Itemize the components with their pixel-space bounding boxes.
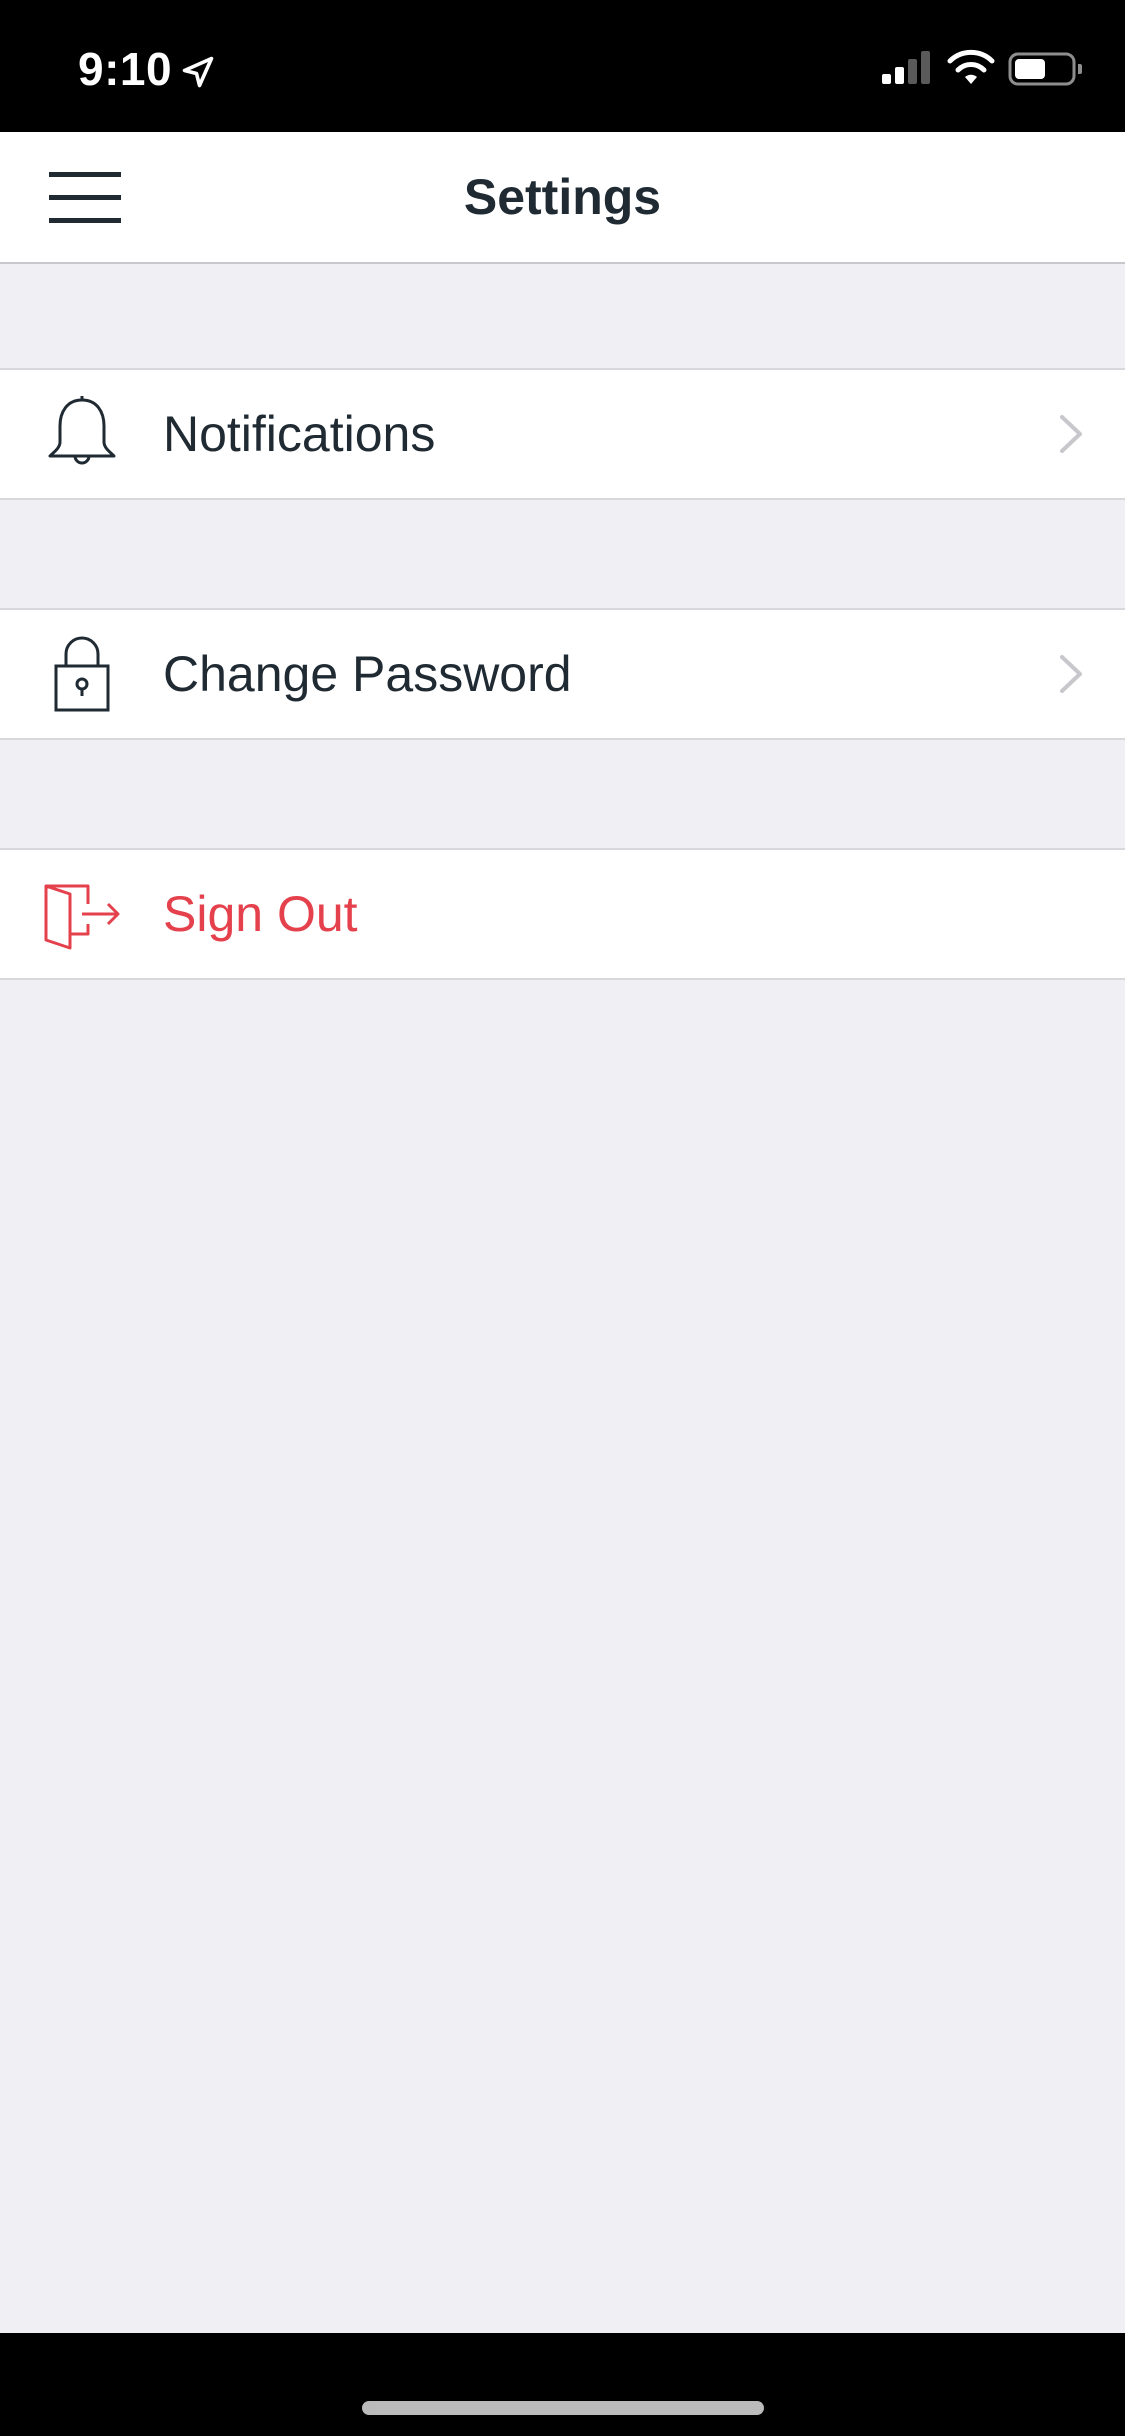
settings-item-label: Change Password <box>163 646 572 702</box>
chevron-right-icon <box>1060 655 1082 693</box>
home-indicator[interactable] <box>362 2401 764 2415</box>
status-bar: 9:10 <box>0 0 1125 132</box>
battery-icon <box>1008 52 1082 86</box>
cellular-signal-icon <box>882 51 930 84</box>
home-indicator-area <box>0 2333 1125 2436</box>
status-time: 9:10 <box>78 43 173 95</box>
hamburger-menu-icon <box>49 172 121 223</box>
page-title: Settings <box>463 169 662 225</box>
lock-icon <box>54 636 110 712</box>
sign-out-icon <box>44 884 120 950</box>
navigation-bar: Settings <box>0 132 1125 264</box>
settings-item-sign-out[interactable]: Sign Out <box>0 848 1125 980</box>
menu-button[interactable] <box>30 152 140 244</box>
settings-item-label: Sign Out <box>163 886 358 942</box>
settings-item-label: Notifications <box>163 406 436 462</box>
settings-item-change-password[interactable]: Change Password <box>0 608 1125 740</box>
wifi-icon <box>947 49 995 84</box>
location-arrow-icon <box>182 56 214 88</box>
chevron-right-icon <box>1060 415 1082 453</box>
settings-item-notifications[interactable]: Notifications <box>0 368 1125 500</box>
bell-icon <box>48 396 116 465</box>
